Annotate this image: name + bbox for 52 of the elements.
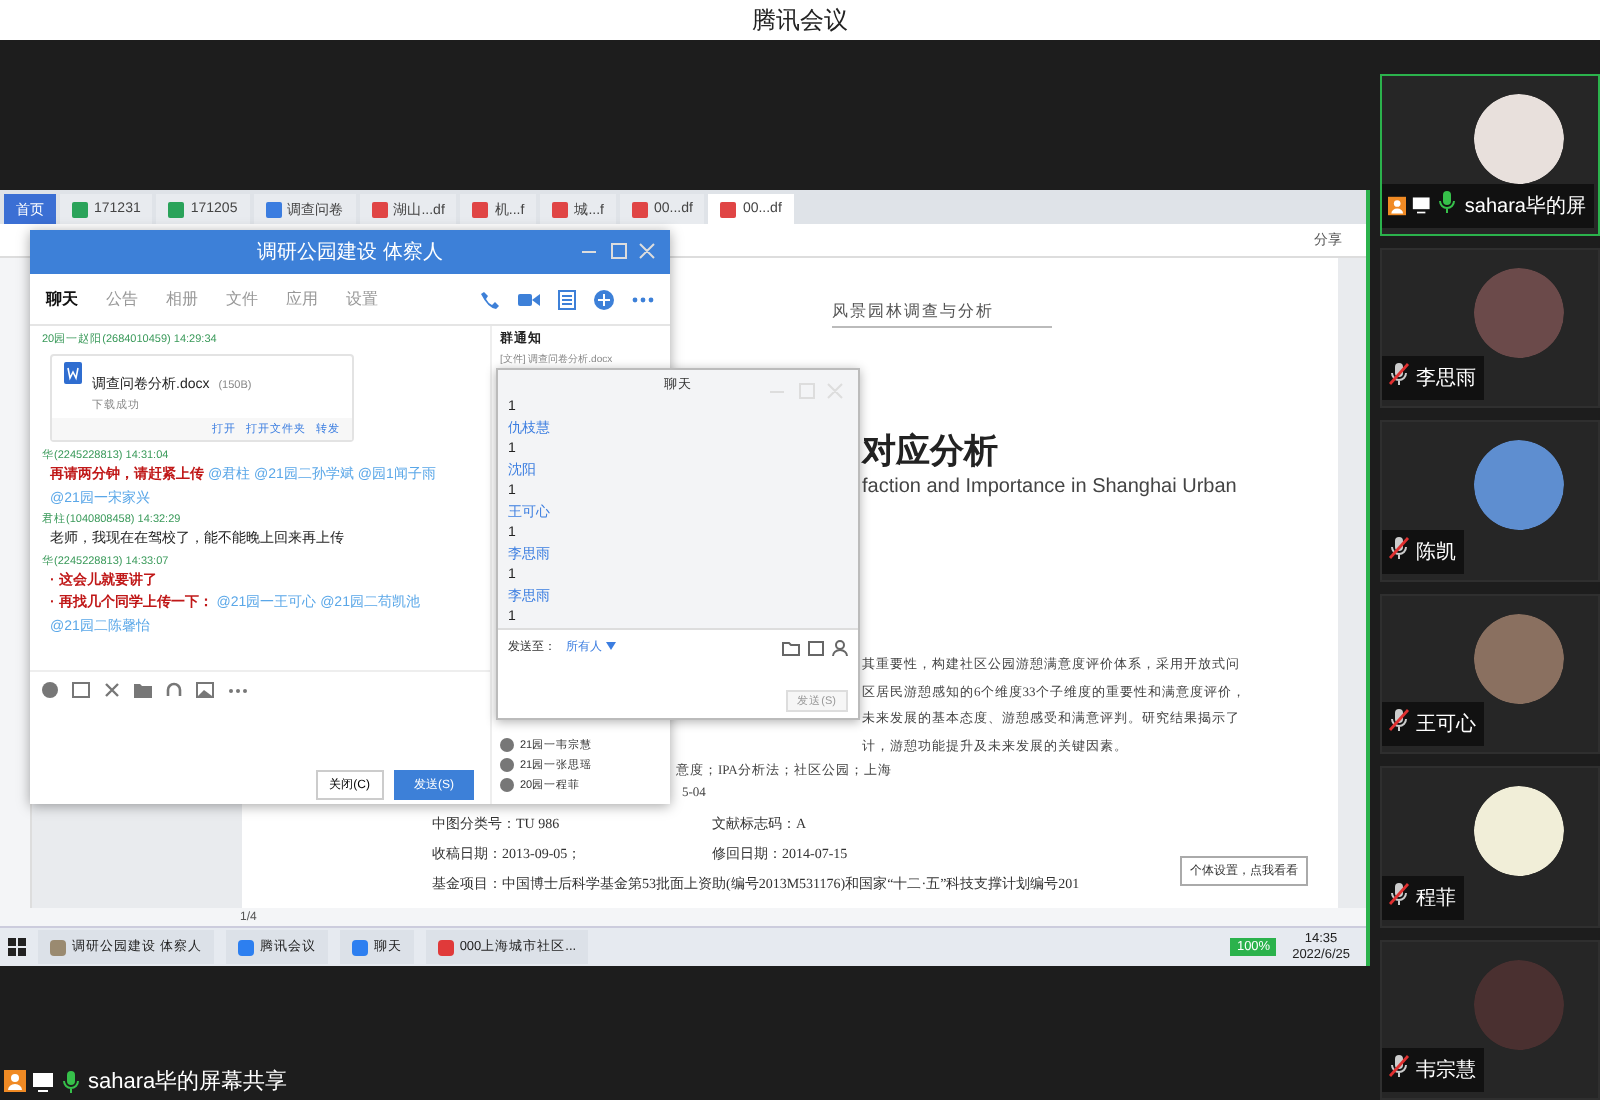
window-title: 腾讯会议	[752, 3, 848, 37]
scissors-icon[interactable]	[104, 682, 120, 698]
avatar-placeholder	[1474, 786, 1564, 876]
muted-mic-icon	[1388, 535, 1410, 559]
participant-name: 韦宗慧	[1416, 1057, 1476, 1084]
user-icon	[4, 1070, 26, 1092]
participant-tile[interactable]: 韦宗慧	[1380, 939, 1600, 1100]
caret-icon	[605, 642, 616, 650]
headphones-icon[interactable]	[166, 682, 182, 698]
running-head: 风景园林调查与分析	[832, 302, 1052, 328]
participant-name: 李思雨	[1416, 365, 1476, 392]
participant-tile[interactable]: 陈凯	[1380, 420, 1600, 581]
mic-icon	[1436, 189, 1459, 213]
image-icon[interactable]	[196, 682, 214, 698]
participant-name: 王可心	[1416, 711, 1476, 738]
english-title: faction and Importance in Shanghai Urban	[862, 476, 1239, 500]
avatar-placeholder	[1474, 959, 1564, 1049]
presenter-label: sahara毕的屏幕共享	[88, 1067, 288, 1096]
user-icon	[1388, 195, 1407, 215]
muted-mic-icon	[1388, 708, 1410, 732]
participant-tile[interactable]: sahara毕的屏	[1380, 74, 1600, 235]
folder-icon[interactable]	[782, 639, 800, 655]
word-file-icon	[64, 362, 82, 384]
document-title: 对应分析	[862, 432, 1000, 472]
participant-tile[interactable]: 李思雨	[1380, 247, 1600, 408]
chat-tab[interactable]: 聊天	[46, 288, 78, 310]
phone-icon[interactable]	[480, 289, 500, 309]
chat-window-title: 调研公园建设 体察人	[257, 239, 443, 266]
participant-tile[interactable]: 王可心	[1380, 593, 1600, 754]
muted-mic-icon	[1388, 1054, 1410, 1078]
document-icon[interactable]	[558, 289, 576, 309]
muted-mic-icon	[1388, 362, 1410, 386]
video-icon[interactable]	[518, 289, 540, 309]
participant-name: 陈凯	[1416, 539, 1456, 565]
window-controls-icon[interactable]	[578, 242, 658, 260]
more-icon[interactable]	[228, 687, 248, 693]
avatar-placeholder	[1474, 613, 1564, 703]
mic-icon	[60, 1069, 82, 1093]
person-icon[interactable]	[832, 639, 848, 655]
participant-name: sahara毕的屏	[1464, 193, 1586, 219]
participant-name: 程菲	[1416, 885, 1456, 911]
avatar-placeholder	[1474, 440, 1564, 530]
screen-share-icon	[1412, 196, 1431, 214]
emoji-icon[interactable]	[42, 682, 58, 698]
muted-mic-icon	[1388, 881, 1410, 905]
screen-share-icon	[32, 1071, 54, 1091]
folder-icon[interactable]	[134, 682, 152, 698]
avatar-placeholder	[1474, 94, 1564, 184]
avatar-placeholder	[1474, 267, 1564, 357]
windows-start-icon[interactable]	[8, 938, 26, 956]
add-icon[interactable]	[594, 289, 614, 309]
participant-tile[interactable]: 程菲	[1380, 766, 1600, 927]
